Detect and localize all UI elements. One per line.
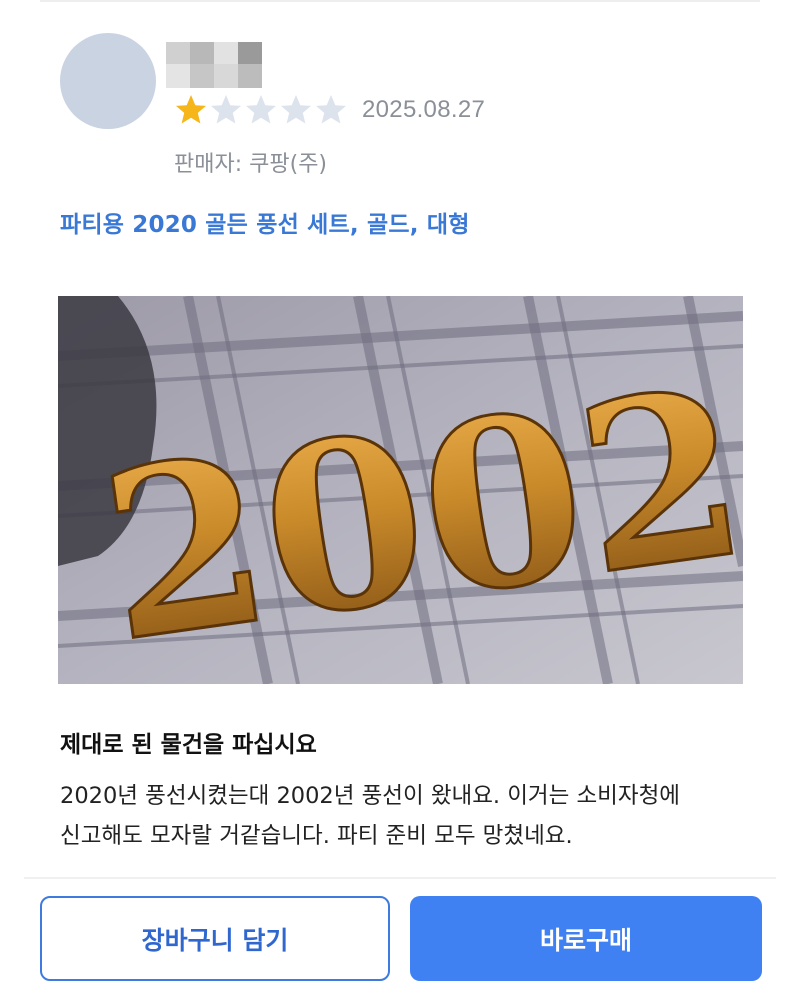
review-title: 제대로 된 물건을 파십시요 <box>60 732 317 758</box>
balloon-photo-image: 2002 <box>58 296 743 684</box>
username-blurred <box>166 42 262 90</box>
top-divider <box>40 0 760 2</box>
seller-label: 판매자: 쿠팡(주) <box>174 152 328 177</box>
review-body-line: 신고해도 모자랄 거같습니다. 파티 준비 모두 망쳤네요. <box>60 823 573 849</box>
bottom-divider <box>24 877 776 879</box>
review-body: 2020년 풍선시켰는대 2002년 풍선이 왔내요. 이거는 소비자청에 신고… <box>60 776 760 856</box>
review-date: 2025.08.27 <box>362 96 486 123</box>
avatar <box>60 33 156 129</box>
star-rating <box>174 93 348 127</box>
product-option-link[interactable]: 파티용 2020 골든 풍선 세트, 골드, 대형 <box>60 205 470 239</box>
star-empty-icon <box>316 95 346 124</box>
review-body-line: 2020년 풍선시켰는대 2002년 풍선이 왔내요. 이거는 소비자청에 <box>60 783 680 809</box>
add-to-cart-button[interactable]: 장바구니 담기 <box>40 896 390 981</box>
star-empty-icon <box>211 95 241 124</box>
star-filled-icon <box>176 95 206 124</box>
review-photo[interactable]: 2002 <box>58 296 743 684</box>
buy-now-button[interactable]: 바로구매 <box>410 896 762 981</box>
star-empty-icon <box>246 95 276 124</box>
star-empty-icon <box>281 95 311 124</box>
rating-row: 2025.08.27 <box>174 92 485 128</box>
review-screen: 2025.08.27 판매자: 쿠팡(주) 파티용 2020 골든 풍선 세트,… <box>0 0 800 1000</box>
